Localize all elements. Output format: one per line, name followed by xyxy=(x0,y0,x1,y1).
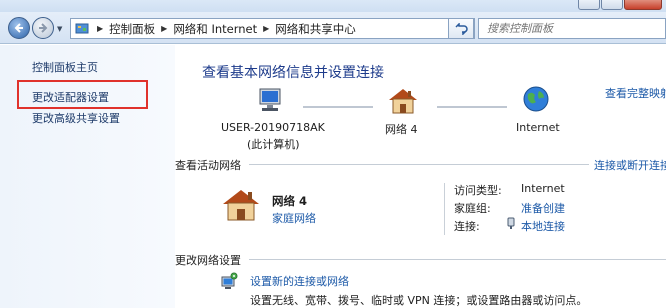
globe-icon xyxy=(523,86,549,112)
change-network-settings-heading: 更改网络设置 xyxy=(175,254,241,267)
breadcrumb-separator[interactable]: ▶ xyxy=(161,24,167,33)
ethernet-icon xyxy=(507,217,515,229)
search-input[interactable] xyxy=(479,19,665,38)
internet-label: Internet xyxy=(516,121,560,134)
breadcrumb-separator: ▶ xyxy=(97,24,104,33)
computer-icon xyxy=(259,88,281,111)
home-network-icon xyxy=(389,89,417,114)
address-toolbar: ▼ ▶ 控制面板 ▶ 网络和 Internet ▶ 网络和共享中心 ▼ xyxy=(0,12,666,44)
home-network-icon xyxy=(223,190,259,221)
forward-button[interactable] xyxy=(32,17,54,39)
connection-line xyxy=(303,106,373,108)
control-panel-icon xyxy=(75,23,89,33)
see-full-map-link[interactable]: 查看完整映射 xyxy=(605,85,666,101)
arrow-left-icon xyxy=(14,23,23,33)
maximize-button[interactable] xyxy=(601,0,623,10)
section-divider xyxy=(249,259,666,260)
connections-label: 连接: xyxy=(454,220,480,233)
network-type-link[interactable]: 家庭网络 xyxy=(272,210,316,226)
main-content: 查看基本网络信息并设置连接 查看完整映射 USER-20190718AK (此计… xyxy=(175,45,666,308)
setup-new-connection-link[interactable]: 设置新的连接或网络 xyxy=(250,273,349,289)
active-networks-heading: 查看活动网络 xyxy=(175,159,241,172)
computer-name: USER-20190718AK xyxy=(221,121,325,134)
search-box[interactable] xyxy=(478,18,666,39)
breadcrumb-network-sharing-center[interactable]: 网络和共享中心 xyxy=(275,21,356,37)
setup-new-connection-desc: 设置无线、宽带、拨号、临时或 VPN 连接；或设置路由器或访问点。 xyxy=(250,294,588,307)
homegroup-label: 家庭组: xyxy=(454,202,491,215)
active-network-name: 网络 4 xyxy=(272,194,308,208)
window-controls xyxy=(578,0,662,10)
access-type-value: Internet xyxy=(521,182,565,195)
breadcrumb-network-internet[interactable]: 网络和 Internet xyxy=(173,21,257,37)
sidebar-item-control-panel-home[interactable]: 控制面板主页 xyxy=(32,59,98,75)
refresh-icon xyxy=(455,22,468,35)
connection-line xyxy=(437,106,507,108)
homegroup-link[interactable]: 准备创建 xyxy=(521,200,565,216)
computer-sub: (此计算机) xyxy=(247,138,300,151)
window-titlebar xyxy=(0,0,666,12)
close-button[interactable] xyxy=(624,0,662,10)
vertical-divider xyxy=(444,183,445,235)
local-connection-link[interactable]: 本地连接 xyxy=(521,218,565,234)
new-connection-icon xyxy=(221,272,238,289)
access-type-label: 访问类型: xyxy=(454,184,502,197)
minimize-button[interactable] xyxy=(578,0,600,10)
breadcrumb-separator[interactable]: ▶ xyxy=(263,24,269,33)
page-title: 查看基本网络信息并设置连接 xyxy=(202,65,384,81)
internet-node[interactable] xyxy=(522,85,550,116)
back-button[interactable] xyxy=(8,17,30,39)
recent-pages-dropdown[interactable]: ▼ xyxy=(57,25,65,33)
breadcrumb-control-panel[interactable]: 控制面板 xyxy=(109,21,155,37)
arrow-right-icon xyxy=(39,23,48,33)
computer-node[interactable] xyxy=(255,87,285,118)
address-bar[interactable]: ▶ 控制面板 ▶ 网络和 Internet ▶ 网络和共享中心 ▼ xyxy=(70,18,475,39)
connect-disconnect-link[interactable]: 连接或断开连接 xyxy=(594,157,666,173)
network-node[interactable] xyxy=(387,87,419,118)
sidebar-item-advanced-sharing-settings[interactable]: 更改高级共享设置 xyxy=(32,110,120,126)
highlight-box xyxy=(17,80,148,109)
network-name: 网络 4 xyxy=(385,123,418,136)
section-divider xyxy=(249,164,589,165)
refresh-button[interactable] xyxy=(448,18,474,39)
